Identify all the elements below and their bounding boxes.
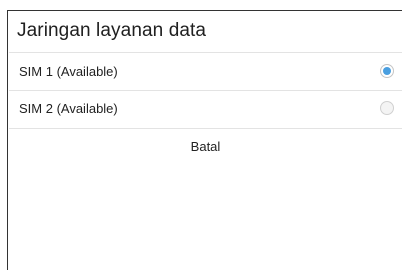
- option-label: SIM 2 (Available): [19, 101, 118, 116]
- radio-unselected-icon[interactable]: [380, 101, 394, 115]
- option-label: SIM 1 (Available): [19, 64, 118, 79]
- option-divider: [9, 128, 402, 129]
- radio-selected-icon[interactable]: [380, 64, 394, 78]
- cancel-button[interactable]: Batal: [9, 135, 402, 159]
- radio-dot-icon: [383, 67, 391, 75]
- option-sim-2[interactable]: SIM 2 (Available): [9, 90, 402, 128]
- dialog-title: Jaringan layanan data: [17, 20, 207, 41]
- data-network-dialog: Jaringan layanan data SIM 1 (Available) …: [7, 10, 402, 270]
- option-sim-1[interactable]: SIM 1 (Available): [9, 53, 402, 91]
